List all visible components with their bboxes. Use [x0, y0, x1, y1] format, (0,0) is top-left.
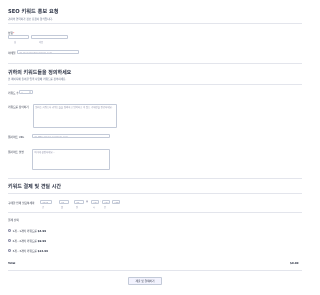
- month-input[interactable]: 02: [59, 200, 69, 204]
- submit-button[interactable]: 제출 및 결제하기: [128, 277, 162, 285]
- product-name: 2개 - 2개의 키워드를: [12, 239, 37, 243]
- year-sublabel: 년: [42, 206, 45, 209]
- product-item-2: 2개 - 2개의 키워드를 $9.99: [13, 239, 47, 243]
- divider: [8, 63, 302, 64]
- product-price: $14.99: [37, 249, 48, 253]
- form-title: SEO 키워드 홍보 요청: [8, 9, 59, 15]
- stepper-arrows-icon[interactable]: ⇕: [29, 91, 31, 93]
- email-field[interactable]: 예: myname@example.com: [17, 50, 79, 54]
- form-subtitle: 귀하의 연락처가 정보 요청서 형식입니다.: [8, 18, 53, 21]
- chevron-down-icon: ▾: [96, 201, 98, 204]
- datetime-label: 구매한 언제 필요하세까: [8, 201, 35, 205]
- ampm-select[interactable]: AM▾: [112, 200, 120, 204]
- website-url-input[interactable]: 예: http://www.example.com: [32, 134, 110, 138]
- keyword-section-subtitle: 본 페이지에 들어갈 입력 사항에 키워드를 정의하세요.: [8, 78, 67, 81]
- product-radio-2[interactable]: [8, 239, 11, 242]
- month-sublabel: 월: [61, 206, 64, 209]
- website-description-textarea[interactable]: 여기에 설명하세요...: [32, 149, 110, 170]
- website-label: 웹사이트 URL: [8, 135, 25, 139]
- product-item-1: 1개 - 1개의 키워드를 $4.99: [13, 229, 47, 233]
- chevron-down-icon: ▾: [107, 201, 109, 204]
- year-input[interactable]: 2024: [40, 200, 52, 204]
- keyword-count-label: 키워드 수: [8, 91, 19, 95]
- product-price: $4.99: [37, 229, 47, 233]
- divider: [8, 84, 302, 85]
- products-label: 결제 선택: [8, 218, 19, 222]
- product-radio-3[interactable]: [8, 249, 11, 252]
- total-label: Total: [8, 261, 16, 265]
- product-name: 3개 - 3개의 키워드를: [12, 249, 37, 253]
- day-sublabel: 일: [76, 206, 79, 209]
- total-value: $0.00: [290, 261, 299, 265]
- first-name-input[interactable]: [8, 35, 29, 39]
- product-radio-1[interactable]: [8, 229, 11, 232]
- divider: [8, 193, 302, 194]
- product-item-3: 3개 - 3개의 키워드를 $14.99: [13, 249, 49, 253]
- keyword-count-stepper[interactable]: 1 ⇕: [19, 90, 33, 94]
- minute-sublabel: 분: [104, 206, 107, 209]
- first-name-sublabel: 성: [14, 41, 17, 44]
- chevron-down-icon: ▾: [117, 201, 120, 204]
- divider: [8, 178, 302, 179]
- payment-section-title: 키워드 결제 및 견딜 시간: [8, 184, 61, 190]
- last-name-sublabel: 이름: [39, 41, 44, 44]
- divider: [8, 212, 302, 213]
- divider: [8, 23, 302, 24]
- website-description-label: 웹사이트 설명: [8, 150, 24, 154]
- hour-select[interactable]: 10▾: [91, 200, 99, 204]
- hour-sublabel: 시: [93, 206, 96, 209]
- minute-select[interactable]: 10▾: [102, 200, 110, 204]
- time-separator: :: [100, 200, 101, 203]
- keyword-define-label: 키워드를 정의하기: [8, 105, 29, 109]
- product-name: 1개 - 1개의 키워드를: [12, 229, 37, 233]
- last-name-input[interactable]: [31, 35, 68, 39]
- email-label: 이메일: [8, 51, 16, 55]
- divider: [8, 270, 302, 271]
- product-price: $9.99: [37, 239, 47, 243]
- day-input[interactable]: 30: [74, 200, 84, 204]
- keyword-define-textarea[interactable]: 원하는 키워드나 키워드들을 정의하고 입력하고 이 필드 기재란을 완료하세요…: [33, 104, 117, 128]
- keyword-section-title: 귀하의 키워드들을 정의하세요: [8, 70, 72, 76]
- keyword-count-value: 1: [21, 91, 23, 94]
- calendar-icon[interactable]: ▦: [86, 200, 88, 203]
